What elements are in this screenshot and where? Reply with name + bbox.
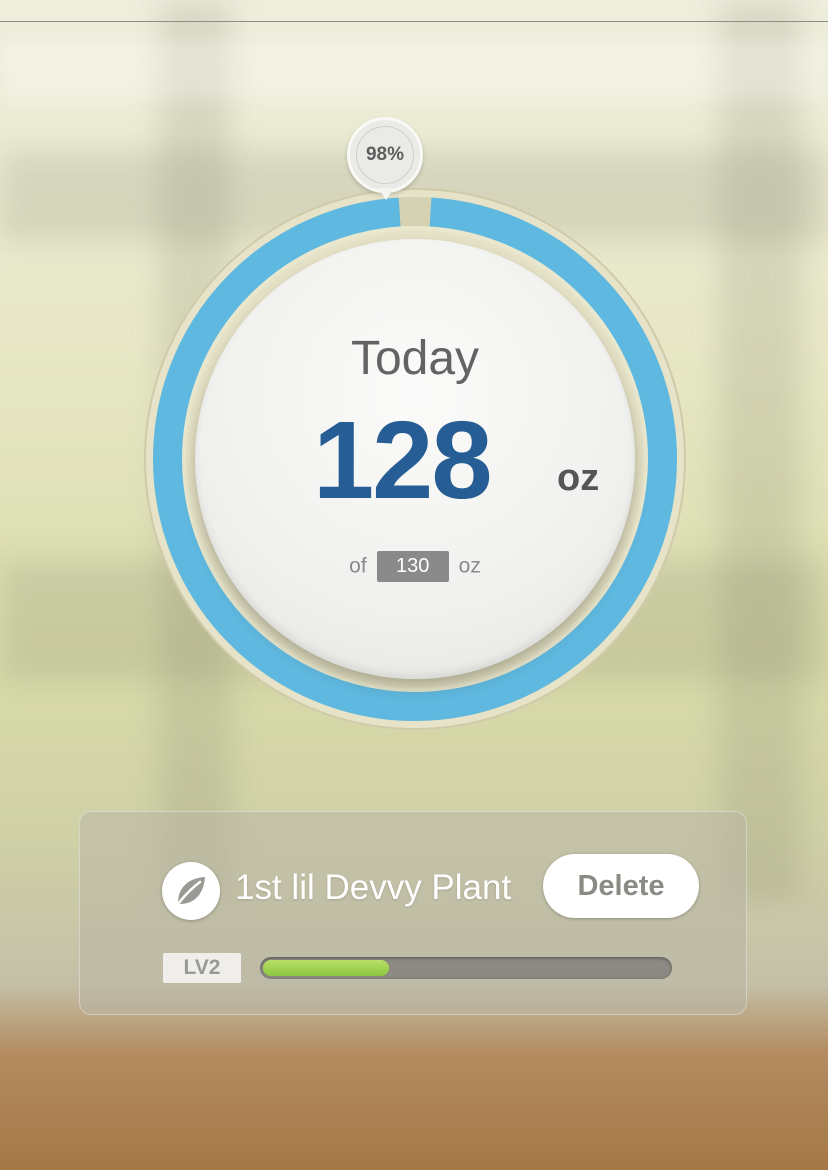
leaf-icon (162, 862, 220, 920)
plant-name: 1st lil Devvy Plant (235, 868, 512, 907)
amount-unit: oz (557, 457, 600, 499)
dial-face[interactable]: Today 128 oz of 130 oz (195, 239, 635, 679)
level-progress-bar (260, 957, 672, 979)
percent-label: 98% (356, 126, 414, 184)
top-divider (0, 21, 828, 22)
delete-button[interactable]: Delete (543, 854, 699, 918)
goal-unit: oz (458, 554, 481, 578)
goal-value[interactable]: 130 (376, 551, 449, 582)
hydration-dial: Today 128 oz of 130 oz (143, 187, 687, 731)
period-label: Today (350, 332, 480, 385)
level-progress-fill (263, 960, 389, 976)
goal-row: of 130 oz (195, 551, 635, 582)
percent-badge: 98% (347, 117, 423, 200)
consumed-amount: 128 (313, 399, 493, 522)
level-badge: LV2 (163, 953, 241, 983)
plant-card: 1st lil Devvy Plant Delete LV2 (79, 811, 747, 1015)
goal-prefix: of (349, 554, 367, 578)
